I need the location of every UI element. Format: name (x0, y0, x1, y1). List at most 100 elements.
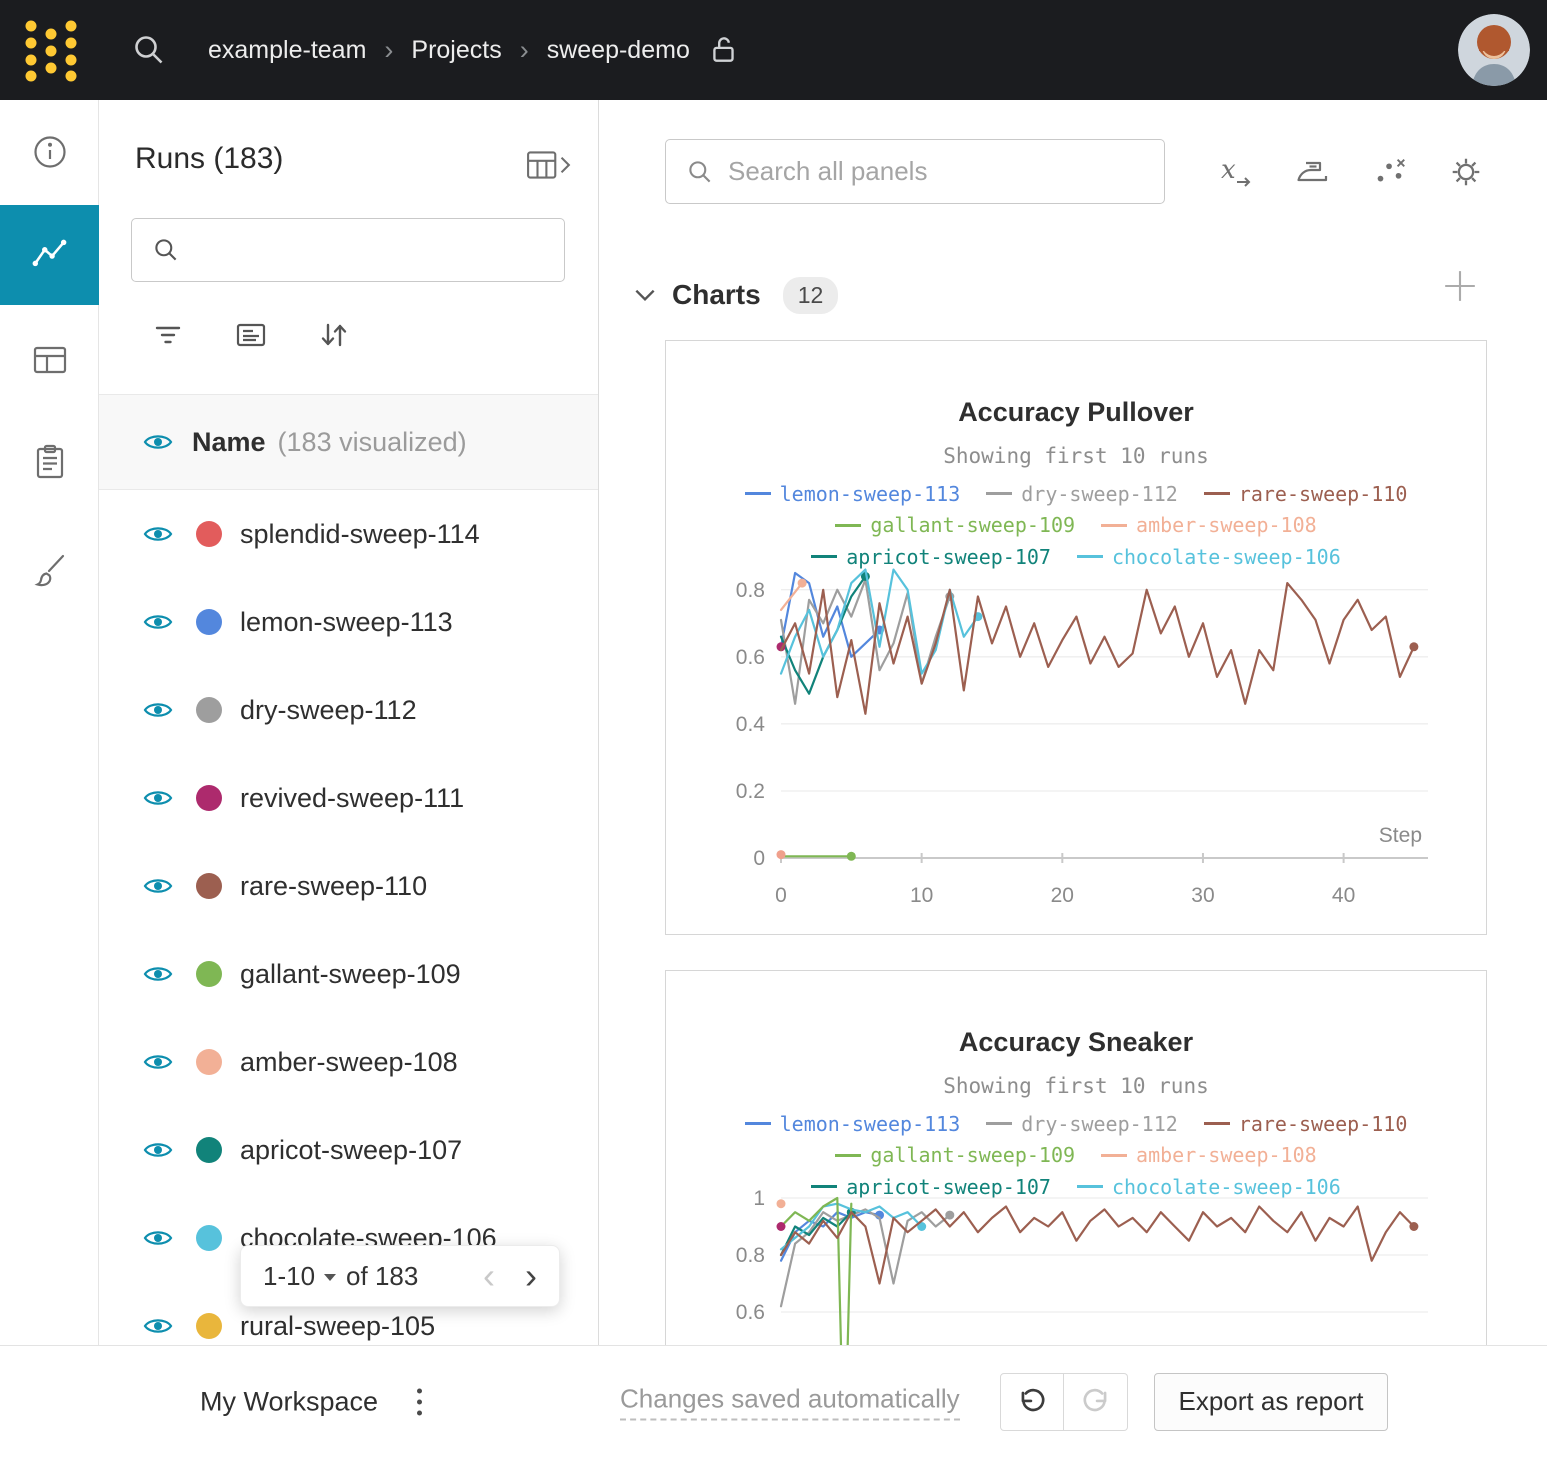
run-row: revived-sweep-111 (99, 754, 598, 842)
visibility-eye-icon[interactable] (143, 699, 173, 721)
charts-section-label: Charts (672, 279, 761, 311)
runs-visualized-label: (183 visualized) (278, 427, 467, 458)
run-name[interactable]: dry-sweep-112 (240, 695, 417, 726)
smoothing-iron-icon[interactable] (1293, 152, 1333, 192)
undo-button[interactable] (1000, 1373, 1064, 1431)
sort-icon[interactable] (317, 318, 351, 352)
search-icon[interactable] (132, 33, 166, 67)
runs-pagination: 1-10 of 183 ‹ › (240, 1245, 560, 1307)
export-report-button[interactable]: Export as report (1154, 1373, 1388, 1431)
visibility-eye-icon[interactable] (143, 963, 173, 985)
chart-plot[interactable]: 00.20.40.60.8010203040Step (681, 563, 1473, 928)
visibility-all-eye-icon[interactable] (143, 431, 173, 453)
visibility-eye-icon[interactable] (143, 523, 173, 545)
legend-item[interactable]: amber-sweep-108 (1101, 512, 1317, 538)
unlock-icon[interactable] (710, 34, 738, 66)
breadcrumb-projects[interactable]: Projects (411, 36, 501, 65)
filter-icon[interactable] (151, 318, 185, 352)
legend-label: dry-sweep-112 (1021, 1111, 1178, 1137)
run-row: apricot-sweep-107 (99, 1106, 598, 1194)
add-panel-icon[interactable] (1442, 268, 1478, 309)
run-name[interactable]: revived-sweep-111 (240, 783, 464, 814)
expand-table-icon[interactable] (526, 148, 572, 187)
outliers-scatter-icon[interactable] (1371, 153, 1409, 191)
autosave-status[interactable]: Changes saved automatically (620, 1383, 960, 1420)
runs-search-input[interactable] (132, 219, 564, 281)
workspace-menu-icon[interactable] (413, 1384, 426, 1419)
visibility-eye-icon[interactable] (143, 1051, 173, 1073)
caret-down-icon (324, 1274, 336, 1281)
workspace-selector[interactable]: My Workspace (200, 1386, 378, 1417)
run-row: dry-sweep-112 (99, 666, 598, 754)
chart-subtitle: Showing first 10 runs (666, 444, 1486, 468)
legend-item[interactable]: rare-sweep-110 (1204, 481, 1408, 507)
visibility-eye-icon[interactable] (143, 1227, 173, 1249)
visibility-eye-icon[interactable] (143, 875, 173, 897)
run-color-dot (196, 873, 222, 899)
svg-text:x: x (1221, 155, 1236, 185)
visibility-eye-icon[interactable] (143, 1315, 173, 1337)
run-row: lemon-sweep-113 (99, 578, 598, 666)
svg-text:0: 0 (775, 884, 787, 907)
wandb-logo[interactable] (22, 17, 80, 83)
brush-tab-icon[interactable] (0, 550, 99, 590)
svg-text:0.4: 0.4 (736, 713, 766, 736)
workspace-charts-tab[interactable] (0, 205, 99, 305)
legend-item[interactable]: dry-sweep-112 (986, 1111, 1178, 1137)
x-axis-settings-icon[interactable]: x (1215, 152, 1255, 192)
legend-item[interactable]: lemon-sweep-113 (745, 481, 961, 507)
panel-toolbar: x (1215, 139, 1485, 204)
info-icon[interactable] (0, 132, 99, 172)
visibility-eye-icon[interactable] (143, 611, 173, 633)
runs-filter-row (151, 318, 351, 352)
legend-swatch (1077, 555, 1103, 558)
visibility-eye-icon[interactable] (143, 787, 173, 809)
charts-count-badge: 12 (783, 277, 839, 314)
tables-tab-icon[interactable] (0, 340, 99, 380)
legend-item[interactable]: amber-sweep-108 (1101, 1142, 1317, 1168)
prev-page-icon[interactable]: ‹ (483, 1258, 495, 1294)
run-color-dot (196, 521, 222, 547)
legend-swatch (745, 492, 771, 495)
redo-button[interactable] (1064, 1373, 1128, 1431)
runs-list: splendid-sweep-114 lemon-sweep-113 dry-swe… (99, 490, 598, 1457)
page-size-selector[interactable]: 1-10 (263, 1261, 336, 1292)
run-name[interactable]: lemon-sweep-113 (240, 607, 453, 638)
legend-swatch (811, 555, 837, 558)
page-total: of 183 (346, 1261, 418, 1292)
breadcrumb-team[interactable]: example-team (208, 36, 366, 65)
legend-item[interactable]: gallant-sweep-109 (835, 1142, 1075, 1168)
chart-title: Accuracy Sneaker (666, 1027, 1486, 1058)
next-page-icon[interactable]: › (525, 1258, 537, 1294)
avatar[interactable] (1458, 14, 1530, 86)
legend-label: gallant-sweep-109 (870, 512, 1075, 538)
visibility-eye-icon[interactable] (143, 1139, 173, 1161)
runs-panel-title: Runs (183) (135, 142, 283, 176)
undo-redo-group (1000, 1373, 1128, 1431)
runs-search (131, 218, 565, 282)
run-name[interactable]: rural-sweep-105 (240, 1311, 435, 1342)
run-name[interactable]: amber-sweep-108 (240, 1047, 458, 1078)
svg-text:10: 10 (910, 884, 933, 907)
run-color-dot (196, 609, 222, 635)
chart-title: Accuracy Pullover (666, 397, 1486, 428)
run-name[interactable]: splendid-sweep-114 (240, 519, 480, 550)
legend-swatch (835, 524, 861, 527)
group-list-icon[interactable] (234, 318, 268, 352)
legend-item[interactable]: rare-sweep-110 (1204, 1111, 1408, 1137)
legend-item[interactable]: lemon-sweep-113 (745, 1111, 961, 1137)
legend-item[interactable]: gallant-sweep-109 (835, 512, 1075, 538)
run-name[interactable]: rare-sweep-110 (240, 871, 427, 902)
legend-label: amber-sweep-108 (1136, 512, 1317, 538)
legend-swatch (1101, 524, 1127, 527)
chevron-down-icon[interactable] (632, 285, 658, 305)
run-name[interactable]: apricot-sweep-107 (240, 1135, 462, 1166)
notes-tab-icon[interactable] (0, 442, 99, 482)
run-name[interactable]: gallant-sweep-109 (240, 959, 461, 990)
legend-item[interactable]: dry-sweep-112 (986, 481, 1178, 507)
svg-text:0.6: 0.6 (736, 646, 765, 669)
breadcrumb-project[interactable]: sweep-demo (547, 36, 690, 65)
gear-icon[interactable] (1447, 153, 1485, 191)
panel-search-input[interactable] (666, 140, 1164, 203)
legend-swatch (1204, 492, 1230, 495)
